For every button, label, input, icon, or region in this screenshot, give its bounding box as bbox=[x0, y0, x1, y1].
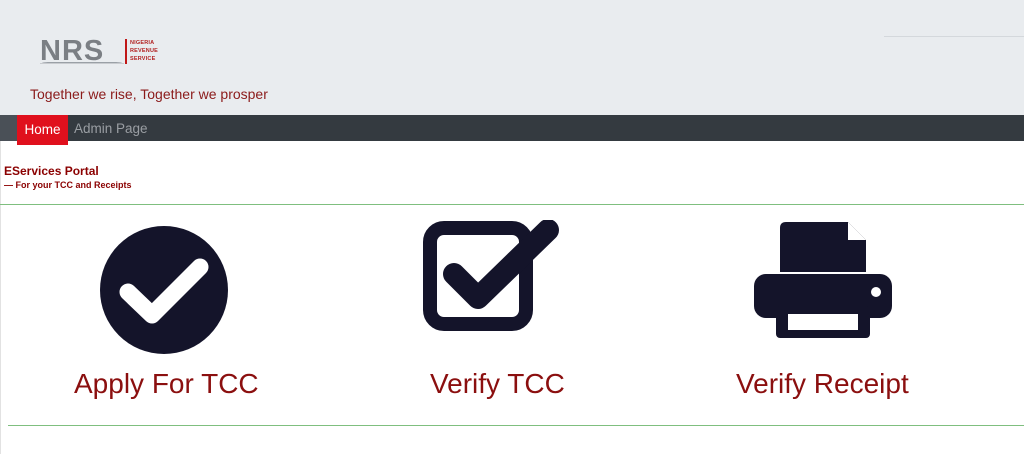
verify-tcc-label: Verify TCC bbox=[430, 368, 565, 399]
site-header: NRS NIGERIA REVENUE SERVICE Together we … bbox=[0, 0, 1024, 115]
verify-receipt-tile[interactable]: Verify Receipt bbox=[720, 212, 940, 412]
section-divider-bottom bbox=[8, 425, 1024, 426]
logo-underline bbox=[40, 63, 124, 64]
printer-icon bbox=[754, 222, 892, 338]
logo-line-2: REVENUE bbox=[130, 48, 158, 54]
page-subtitle: — For your TCC and Receipts bbox=[4, 180, 132, 190]
check-circle-icon bbox=[100, 226, 228, 354]
nav-admin-page-link[interactable]: Admin Page bbox=[74, 115, 148, 141]
section-divider-top bbox=[0, 204, 1024, 205]
navbar-edge bbox=[0, 115, 17, 141]
check-square-icon bbox=[423, 220, 559, 331]
nrs-logo[interactable]: NRS NIGERIA REVENUE SERVICE bbox=[40, 36, 172, 68]
verify-receipt-label: Verify Receipt bbox=[736, 368, 909, 399]
tagline: Together we rise, Together we prosper bbox=[30, 86, 268, 102]
apply-for-tcc-label: Apply For TCC bbox=[74, 368, 259, 399]
logo-divider bbox=[125, 39, 127, 64]
logo-wordmark: NIGERIA REVENUE SERVICE bbox=[130, 39, 158, 63]
content-left-border bbox=[0, 141, 1, 454]
header-divider bbox=[884, 36, 1024, 37]
logo-line-3: SERVICE bbox=[130, 56, 156, 62]
logo-line-1: NIGERIA bbox=[130, 40, 155, 46]
page-title: EServices Portal bbox=[4, 164, 99, 178]
apply-for-tcc-tile[interactable]: Apply For TCC bbox=[60, 212, 270, 412]
verify-tcc-tile[interactable]: Verify TCC bbox=[400, 212, 590, 412]
navbar: Home Admin Page bbox=[0, 115, 1024, 145]
nav-home-link[interactable]: Home bbox=[17, 115, 68, 145]
